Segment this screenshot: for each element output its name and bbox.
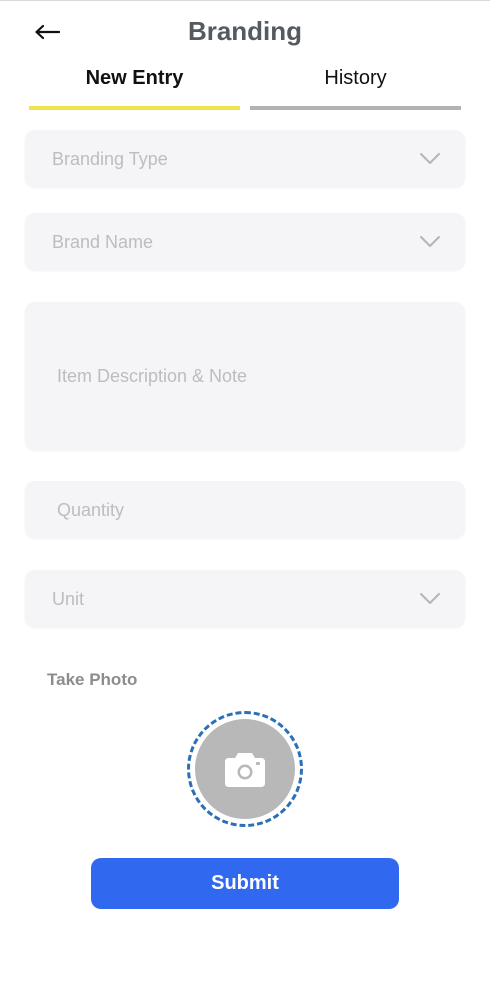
chevron-down-icon (420, 593, 440, 604)
chevron-down-icon (420, 236, 440, 247)
take-photo-button[interactable] (187, 711, 303, 827)
unit-placeholder: Unit (52, 589, 85, 609)
brand-name-select[interactable]: Brand Name (25, 213, 465, 270)
tab-label: History (324, 67, 387, 89)
tab-new-entry[interactable]: New Entry (29, 62, 240, 110)
item-description-placeholder: Item Description & Note (57, 366, 248, 386)
tab-active-indicator (29, 106, 240, 110)
quantity-placeholder: Quantity (57, 500, 125, 520)
camera-icon (225, 753, 265, 787)
tab-history[interactable]: History (250, 62, 461, 110)
branding-screen: Branding New Entry History Branding Type… (0, 0, 490, 1000)
tab-label: New Entry (85, 67, 184, 89)
submit-button[interactable]: Submit (91, 858, 399, 909)
page-title: Branding (187, 16, 303, 46)
photo-placeholder (195, 719, 295, 819)
take-photo-label: Take Photo (47, 670, 138, 689)
branding-type-select[interactable]: Branding Type (25, 130, 465, 187)
status-divider (0, 0, 490, 1)
item-description-textarea[interactable]: Item Description & Note (25, 302, 465, 450)
tab-inactive-indicator (250, 106, 461, 110)
branding-type-placeholder: Branding Type (52, 149, 168, 169)
brand-name-placeholder: Brand Name (52, 232, 154, 252)
unit-select[interactable]: Unit (25, 570, 465, 627)
quantity-input[interactable]: Quantity (25, 481, 465, 538)
chevron-down-icon (420, 153, 440, 164)
